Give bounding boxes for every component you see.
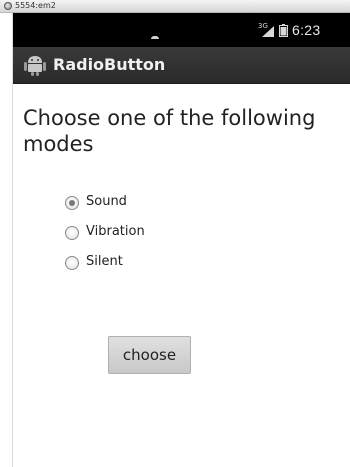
- phone-screen: 3G 6:23 RadioButton Choose one of the fo…: [12, 13, 350, 467]
- choose-button[interactable]: choose: [108, 336, 191, 374]
- radio-option-sound[interactable]: Sound: [65, 191, 265, 221]
- battery-icon: [279, 24, 288, 37]
- notification-icon: [151, 36, 159, 39]
- app-title: RadioButton: [53, 55, 166, 74]
- android-app-icon: [24, 56, 46, 76]
- radio-option-vibration[interactable]: Vibration: [65, 221, 265, 251]
- radio-label: Silent: [86, 254, 123, 269]
- action-bar: RadioButton: [13, 47, 350, 84]
- page-heading: Choose one of the following modes: [23, 106, 316, 156]
- radio-unchecked-icon[interactable]: [65, 256, 79, 270]
- radio-option-silent[interactable]: Silent: [65, 251, 265, 281]
- radio-label: Sound: [86, 194, 127, 209]
- emulator-icon: [4, 2, 12, 10]
- emulator-title-bar: 5554:em2: [0, 0, 350, 13]
- emulator-title: 5554:em2: [15, 1, 56, 10]
- status-clock: 6:23: [292, 22, 321, 38]
- radio-unchecked-icon[interactable]: [65, 226, 79, 240]
- radio-label: Vibration: [86, 224, 145, 239]
- radio-checked-icon[interactable]: [65, 196, 79, 210]
- signal-icon: [262, 26, 274, 37]
- status-bar: 3G 6:23: [13, 13, 350, 47]
- mode-radio-group: Sound Vibration Silent: [65, 191, 265, 281]
